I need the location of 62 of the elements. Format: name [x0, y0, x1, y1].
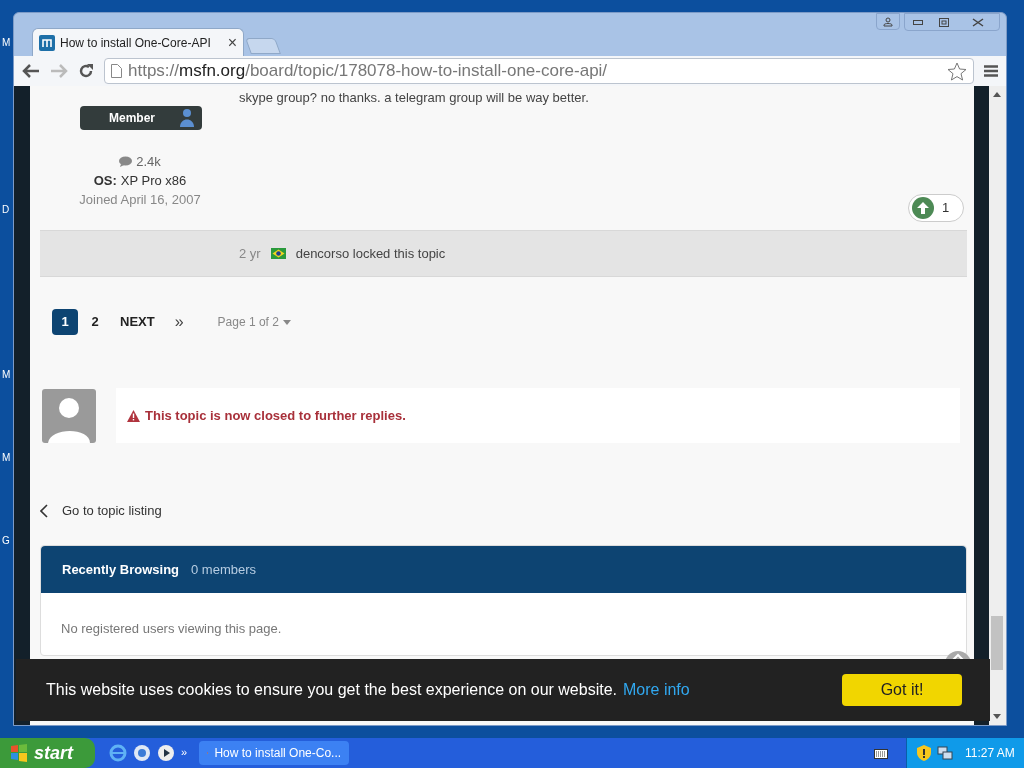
warning-icon: [127, 409, 140, 422]
media-player-icon[interactable]: [157, 744, 175, 762]
desktop-icon-label[interactable]: M: [2, 367, 11, 382]
taskbar-window-button[interactable]: How to install One-Co...: [199, 741, 350, 765]
cookie-text: This website uses cookies to ensure you get the best experience on our website.: [46, 680, 617, 700]
comment-icon: [119, 156, 133, 167]
back-to-listing-link[interactable]: Go to topic listing: [40, 501, 162, 521]
upvote-icon: [912, 197, 934, 219]
member-count: 0 members: [191, 560, 257, 579]
more-info-link[interactable]: More info: [623, 678, 690, 702]
start-button[interactable]: start: [0, 738, 95, 768]
minimize-icon: [913, 19, 923, 25]
address-bar[interactable]: https://msfn.org/board/topic/178078-how-to-install-one-core-api/: [104, 58, 974, 84]
url-text: https://msfn.org/board/topic/178078-how-to-install-one-core-api/: [128, 60, 609, 83]
event-time: 2 yr: [239, 244, 261, 263]
reputation-button[interactable]: 1: [908, 194, 965, 222]
shield-icon[interactable]: [917, 745, 931, 761]
browser-tab[interactable]: How to install One-Core-API ×: [32, 28, 244, 56]
os-value: XP Pro x86: [120, 172, 187, 190]
reload-icon[interactable]: [78, 63, 94, 79]
network-icon[interactable]: [937, 745, 953, 761]
last-page-link[interactable]: »: [166, 309, 192, 335]
scroll-up-icon[interactable]: [993, 92, 1001, 97]
profile-button[interactable]: [876, 13, 900, 30]
person-icon: [883, 16, 893, 27]
scrollbar-thumb[interactable]: [991, 616, 1003, 670]
tab-close-button[interactable]: ×: [227, 30, 237, 55]
restore-icon: [939, 17, 949, 27]
clock: 11:27 AM: [965, 745, 1015, 762]
site-logo-icon: [39, 34, 55, 51]
menu-icon[interactable]: [984, 65, 998, 77]
bookmark-star-icon[interactable]: [947, 61, 967, 81]
got-it-button[interactable]: Got it!: [842, 674, 962, 706]
desktop-icon-label[interactable]: M: [2, 35, 11, 50]
windows-logo-icon: [10, 744, 28, 762]
chevron-text[interactable]: »: [181, 744, 188, 761]
rank-badge: Member: [80, 106, 202, 130]
flag-icon: [270, 248, 286, 259]
desktop-icon-label[interactable]: M: [2, 450, 11, 465]
chevron-left-icon: [40, 503, 48, 518]
closed-notice: This topic is now closed to further replies.: [116, 388, 960, 443]
scroll-down-icon[interactable]: [993, 714, 1001, 719]
post-text: skype group? no thanks. a telegram group will be way better.: [239, 89, 589, 107]
next-page-link[interactable]: NEXT: [112, 309, 163, 335]
browser-icon[interactable]: [109, 744, 127, 762]
back-icon[interactable]: [22, 64, 40, 78]
joined-date: Joined April 16, 2007: [79, 191, 201, 209]
page-icon: [111, 64, 122, 78]
caret-icon: [282, 319, 291, 325]
scrollbar[interactable]: [989, 86, 1006, 725]
desktop-icon-label[interactable]: D: [2, 202, 10, 217]
event-text: dencorso locked this topic: [295, 244, 446, 263]
page-button[interactable]: 1: [52, 309, 78, 335]
close-icon: [972, 17, 984, 27]
os-label: OS:: [93, 172, 117, 190]
post-count: 2.4k: [136, 153, 161, 171]
page-button[interactable]: 2: [82, 309, 108, 335]
avatar-placeholder: [42, 389, 96, 443]
panel-title: Recently Browsing: [62, 560, 180, 579]
keyboard-icon[interactable]: [874, 747, 888, 759]
desktop-icon-label[interactable]: G: [2, 533, 10, 548]
empty-message: No registered users viewing this page.: [60, 620, 283, 638]
